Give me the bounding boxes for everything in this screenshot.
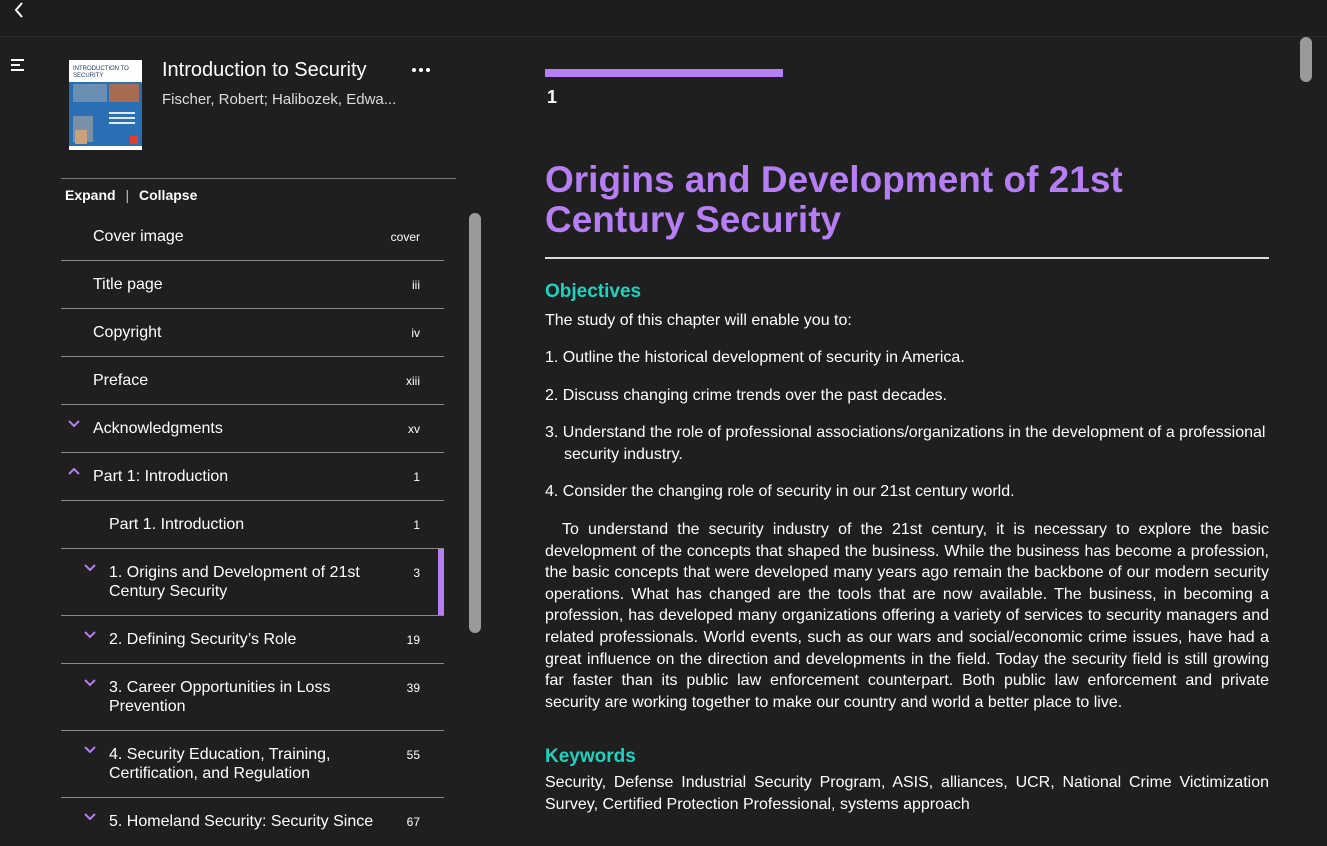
toc-item-label: 1. Origins and Development of 21st Centu…: [109, 564, 360, 600]
toc-item-label: Part 1: Introduction: [93, 468, 229, 485]
toc-item-page: 3: [413, 566, 420, 580]
objective-item: 3. Understand the role of professional a…: [545, 424, 1266, 463]
book-title: Introduction to Security: [162, 59, 367, 81]
keywords-heading: Keywords: [545, 746, 636, 767]
cover-photo: [109, 84, 139, 102]
toc-scrollbar[interactable]: [469, 213, 481, 633]
toc-scrollbar-thumb[interactable]: [469, 213, 481, 633]
collapse-all-link[interactable]: Collapse: [139, 187, 197, 203]
toc-item-active[interactable]: 1. Origins and Development of 21st Centu…: [61, 549, 444, 616]
book-author: Fischer, Robert; Halibozek, Edwa...: [162, 91, 397, 108]
cover-photo: [75, 130, 87, 144]
toc-item-label: Acknowledgments: [93, 420, 223, 437]
toc-item[interactable]: 3. Career Opportunities in Loss Preventi…: [61, 664, 444, 731]
toc-item-page: iii: [412, 278, 420, 292]
objective-item: 1. Outline the historical development of…: [545, 349, 965, 366]
toc-item-label: 3. Career Opportunities in Loss Preventi…: [109, 679, 331, 715]
content-scrollbar-thumb[interactable]: [1300, 37, 1312, 82]
objective-item: 2. Discuss changing crime trends over th…: [545, 387, 947, 404]
more-options-button[interactable]: [406, 59, 436, 81]
chevron-down-icon[interactable]: [83, 811, 97, 823]
chevron-up-icon[interactable]: [67, 466, 81, 478]
cover-title-text: INTRODUCTION TO SECURITY: [73, 66, 129, 79]
chevron-down-icon[interactable]: [83, 629, 97, 641]
objective-item: 4. Consider the changing role of securit…: [545, 483, 1015, 500]
toc-item-page: xv: [408, 422, 420, 436]
chevron-down-icon[interactable]: [83, 562, 97, 574]
expand-collapse-controls: Expand | Collapse: [65, 187, 197, 203]
toc-item[interactable]: Copyright iv: [61, 309, 444, 357]
toc-item-page: cover: [390, 230, 420, 244]
toc-item-page: 19: [406, 633, 420, 647]
expand-separator: |: [125, 187, 130, 203]
toc-item-page: 1: [413, 518, 420, 532]
toc-item[interactable]: Cover image cover: [61, 213, 444, 261]
toc-item[interactable]: Part 1: Introduction 1: [61, 453, 444, 501]
publisher-logo: [130, 136, 138, 144]
chevron-down-icon[interactable]: [67, 418, 81, 430]
toc-sidebar: INTRODUCTION TO SECURITY Introduction to…: [61, 37, 481, 830]
objectives-heading: Objectives: [545, 281, 642, 302]
toc-item-label: Part 1. Introduction: [109, 516, 245, 533]
objectives-intro: The study of this chapter will enable yo…: [545, 312, 852, 329]
chevron-down-icon[interactable]: [83, 677, 97, 689]
menu-icon: [11, 59, 24, 71]
intro-paragraph: To understand the security industry of t…: [545, 521, 1269, 711]
chapter-number: 1: [547, 87, 558, 107]
cover-photo: [73, 84, 107, 102]
toc-item-label: Preface: [93, 372, 149, 389]
more-horizontal-icon: [412, 68, 430, 72]
toc-item[interactable]: 4. Security Education, Training, Certifi…: [61, 731, 444, 798]
toc-item-page: 55: [406, 748, 420, 762]
toc-menu-button[interactable]: [10, 58, 28, 74]
top-bar: [0, 0, 1327, 37]
toc-item-label: 5. Homeland Security: Security Since: [109, 813, 374, 830]
toc-item[interactable]: Title page iii: [61, 261, 444, 309]
chevron-down-icon[interactable]: [83, 744, 97, 756]
active-indicator: [438, 549, 444, 615]
chevron-left-icon: [14, 2, 23, 18]
toc-item-label: 4. Security Education, Training, Certifi…: [109, 746, 331, 782]
keywords-text: Security, Defense Industrial Security Pr…: [545, 774, 1269, 813]
toc-item-label: Cover image: [93, 228, 184, 245]
book-cover-thumbnail[interactable]: INTRODUCTION TO SECURITY: [69, 60, 142, 150]
toc-item[interactable]: Preface xiii: [61, 357, 444, 405]
toc-item[interactable]: Part 1. Introduction 1: [61, 501, 444, 549]
toc-list: Cover image cover Title page iii Copyrig…: [61, 213, 444, 846]
toc-item-page: 1: [413, 470, 420, 484]
expand-all-link[interactable]: Expand: [65, 187, 116, 203]
back-button[interactable]: [8, 0, 30, 20]
toc-item-page: 39: [406, 681, 420, 695]
cover-author-lines: [109, 112, 135, 130]
toc-item-label: Copyright: [93, 324, 162, 341]
toc-item-label: Title page: [93, 276, 163, 293]
sidebar-divider: [61, 178, 456, 179]
chapter-title: Origins and Development of 21st Century …: [545, 159, 1123, 240]
toc-item-label: 2. Defining Security’s Role: [109, 631, 297, 648]
toc-item[interactable]: 2. Defining Security’s Role 19: [61, 616, 444, 664]
toc-item[interactable]: Acknowledgments xv: [61, 405, 444, 453]
toc-item-page: 67: [406, 815, 420, 829]
toc-item-page: iv: [411, 326, 420, 340]
chapter-accent-bar: [545, 69, 783, 77]
toc-item[interactable]: 5. Homeland Security: Security Since 67: [61, 798, 444, 846]
toc-item-page: xiii: [406, 374, 420, 388]
title-divider: [545, 257, 1269, 259]
